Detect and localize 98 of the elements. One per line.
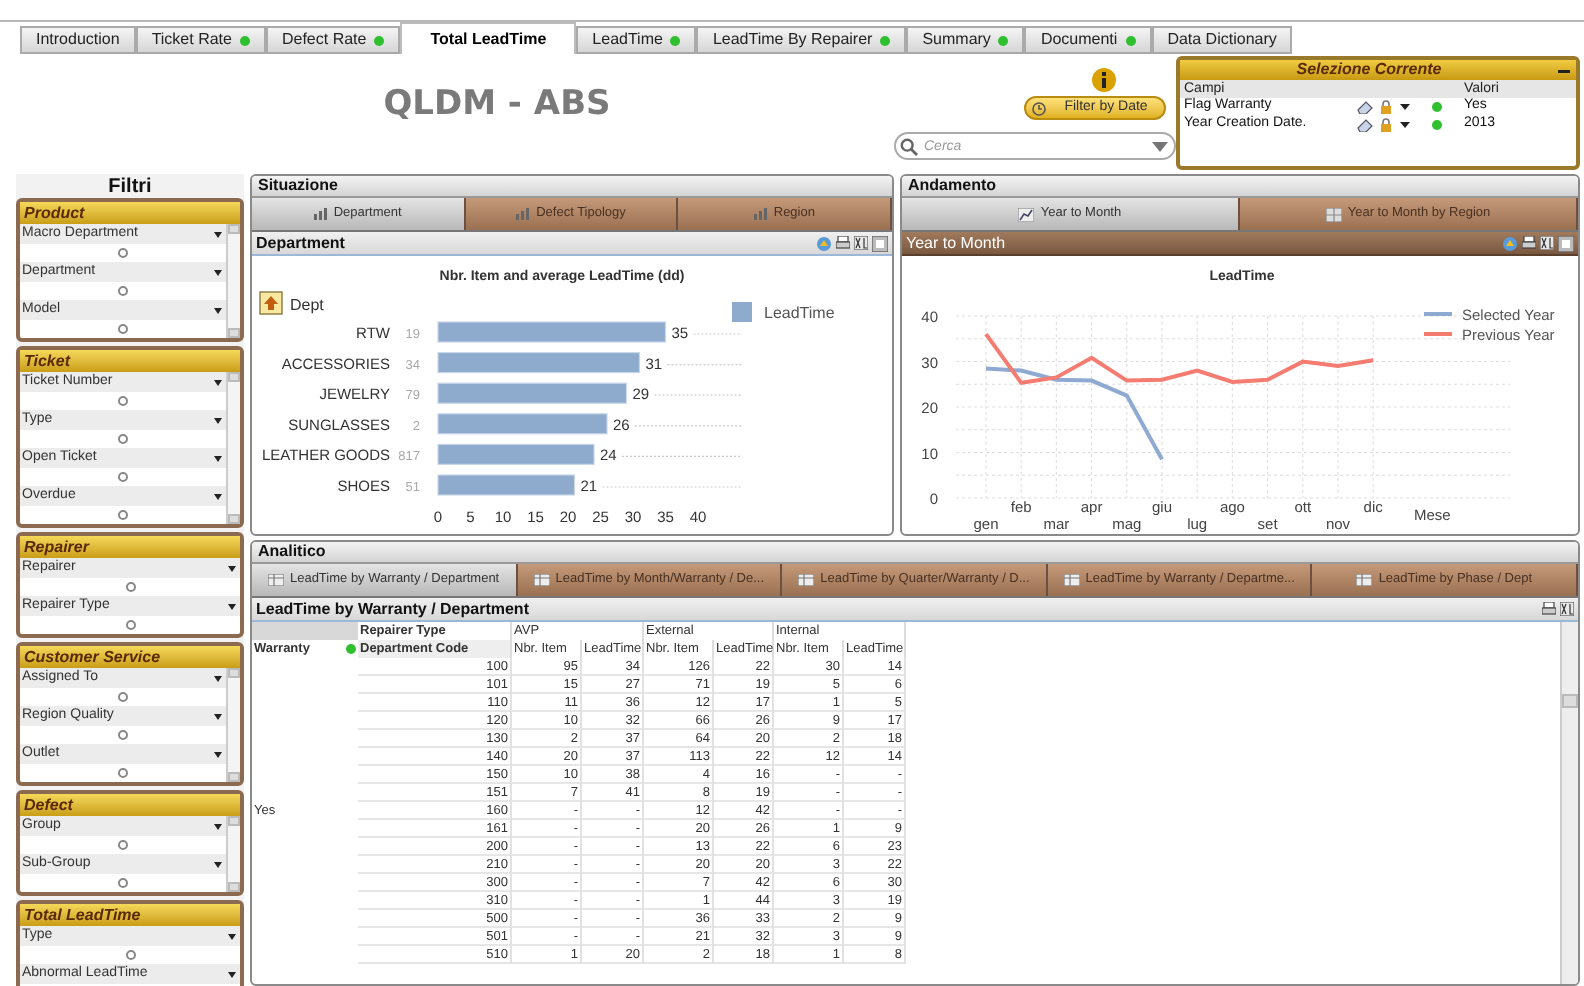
legend-line: [1424, 312, 1452, 316]
caret-icon: [214, 823, 222, 829]
bar-chart-icon: [313, 208, 328, 220]
caret-icon: [228, 971, 236, 977]
print-icon[interactable]: [1542, 602, 1556, 616]
scrollbar[interactable]: [226, 224, 240, 338]
caret-icon: [228, 565, 236, 571]
tab[interactable]: LeadTime By Repairer: [696, 26, 907, 54]
scrollbar[interactable]: [226, 372, 240, 524]
scrollbar[interactable]: [226, 668, 240, 782]
chart-title: Year to Month: [906, 231, 1008, 255]
panel-heading: Situazione: [258, 176, 339, 198]
radio-icon: [118, 434, 128, 444]
caret-icon: [214, 675, 222, 681]
radio-icon: [125, 620, 135, 630]
panel-heading: Analitico: [258, 542, 326, 564]
caret-icon: [214, 379, 222, 385]
legend-label: LeadTime: [764, 304, 835, 322]
sidebar-title: Filtri: [108, 174, 152, 201]
caret-icon: [214, 861, 222, 867]
group-title: Repairer: [24, 535, 89, 559]
radio-icon: [118, 730, 128, 740]
minimize-icon[interactable]: [1558, 64, 1570, 76]
clock-icon: [1032, 101, 1046, 115]
table-icon: [533, 574, 550, 586]
caret-icon: [214, 751, 222, 757]
caret-icon[interactable]: [1400, 104, 1410, 110]
caret-icon: [228, 603, 236, 609]
radio-icon: [118, 396, 128, 406]
panel-heading: Andamento: [908, 176, 996, 198]
radio-icon: [118, 510, 128, 520]
status-dot-icon: [1432, 102, 1442, 112]
group-title: Customer Service: [24, 645, 161, 669]
tab[interactable]: Introduction: [20, 26, 136, 54]
radio-icon: [118, 768, 128, 778]
lock-icon[interactable]: [1380, 118, 1392, 132]
tab[interactable]: Summary: [906, 26, 1025, 54]
tab[interactable]: Documenti: [1024, 26, 1152, 54]
legend-swatch: [732, 302, 752, 322]
legend-line: [1424, 332, 1452, 336]
info-icon[interactable]: [1092, 68, 1116, 92]
radio-icon: [118, 472, 128, 482]
drill-up-icon[interactable]: [259, 291, 283, 315]
excel-icon[interactable]: [1560, 602, 1574, 616]
table-icon: [1356, 574, 1373, 586]
panel-title: Selezione Corrente: [1294, 58, 1444, 82]
group-title: Product: [24, 201, 85, 225]
excel-icon[interactable]: [854, 236, 868, 250]
bar[interactable]: [437, 352, 641, 374]
caret-icon: [228, 933, 236, 939]
radio-icon: [118, 692, 128, 702]
group-title: Ticket: [24, 349, 70, 373]
bar[interactable]: [437, 443, 595, 465]
excel-icon[interactable]: [1540, 236, 1554, 250]
maximize-icon[interactable]: [1558, 235, 1574, 251]
caret-icon: [214, 417, 222, 423]
app-title: QLDM - ABS: [383, 82, 611, 129]
print-icon[interactable]: [836, 236, 850, 250]
tab[interactable]: Defect Rate: [265, 26, 401, 54]
radio-icon: [118, 840, 128, 850]
group-title: Total LeadTime: [24, 903, 141, 927]
group-title: Defect: [24, 793, 73, 817]
bar-chart-icon: [516, 208, 531, 220]
caret-icon: [214, 231, 222, 237]
export-icon[interactable]: [1502, 235, 1518, 251]
chart-title: LeadTime by Warranty / Department: [256, 597, 531, 621]
search-icon: [900, 137, 918, 155]
chart-title: Department: [256, 231, 347, 255]
line-chart-icon: [1018, 207, 1035, 221]
bar-chart-icon: [753, 208, 768, 220]
caret-icon: [214, 269, 222, 275]
tab[interactable]: Ticket Rate: [135, 26, 266, 54]
radio-icon: [118, 286, 128, 296]
caret-icon: [214, 493, 222, 499]
caret-icon: [214, 307, 222, 313]
grid-icon: [1325, 207, 1342, 221]
status-dot-icon: [1432, 120, 1442, 130]
radio-icon: [118, 248, 128, 258]
tab[interactable]: LeadTime: [576, 26, 697, 54]
maximize-icon[interactable]: [872, 235, 888, 251]
table-corner: [252, 622, 358, 640]
radio-icon: [125, 950, 135, 960]
caret-icon: [214, 713, 222, 719]
table-icon: [267, 574, 284, 586]
table-icon: [1063, 574, 1080, 586]
scrollbar[interactable]: [226, 816, 240, 892]
tab[interactable]: Data Dictionary: [1151, 26, 1293, 54]
lock-icon[interactable]: [1380, 100, 1392, 114]
radio-icon: [118, 324, 128, 334]
tab[interactable]: Total LeadTime: [400, 22, 577, 54]
scrollbar[interactable]: [1560, 622, 1578, 984]
radio-icon: [125, 582, 135, 592]
caret-icon: [214, 455, 222, 461]
print-icon[interactable]: [1522, 236, 1536, 250]
table-icon: [798, 574, 815, 586]
radio-icon: [118, 878, 128, 888]
caret-icon[interactable]: [1400, 122, 1410, 128]
dimension-label: Dept: [290, 296, 324, 314]
